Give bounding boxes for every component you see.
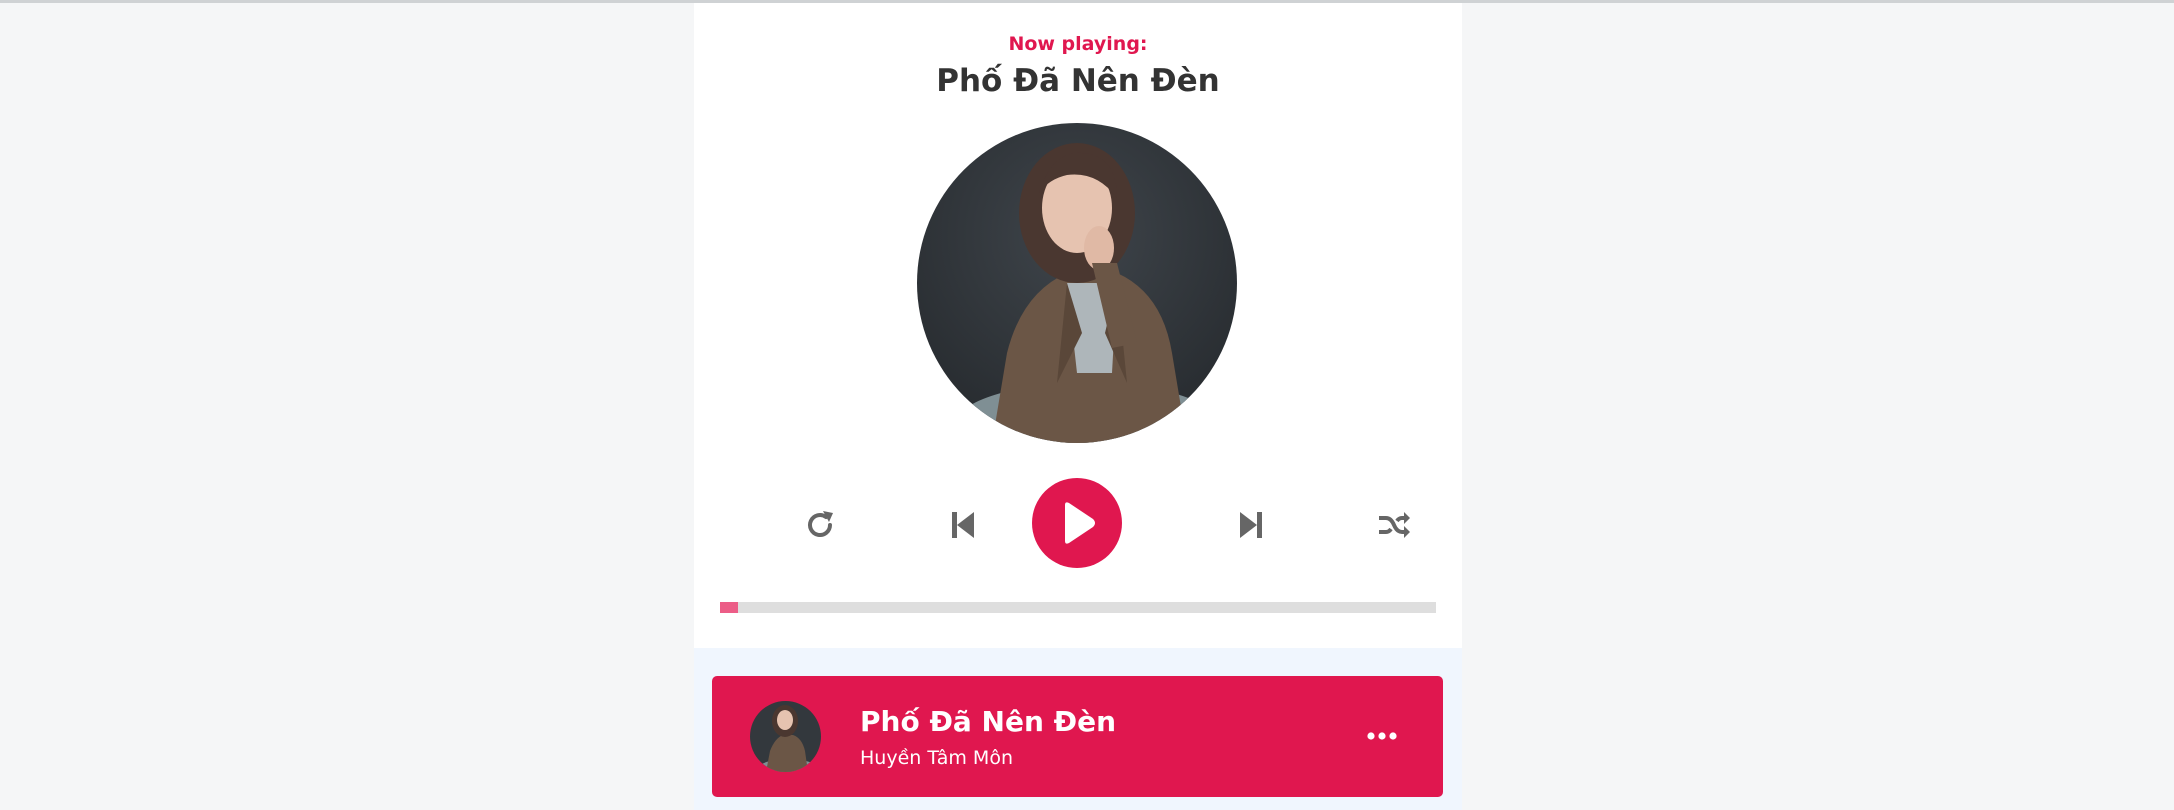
ellipsis-icon (1367, 732, 1397, 740)
repeat-icon (808, 511, 833, 537)
song-options-button[interactable] (1362, 721, 1402, 751)
song-thumbnail (750, 701, 821, 772)
progress-bar[interactable] (720, 602, 1436, 613)
player-controls (694, 478, 1462, 573)
play-toggle-button[interactable] (1032, 478, 1122, 568)
dashboard: Now playing: Phố Đã Nên Đèn (694, 3, 1462, 648)
shuffle-icon (1379, 512, 1410, 538)
playlist-song-item[interactable]: Phố Đã Nên Đèn Huyền Tâm Môn (712, 676, 1443, 797)
repeat-button[interactable] (791, 495, 851, 555)
playlist: Phố Đã Nên Đèn Huyền Tâm Môn (712, 676, 1443, 797)
cd-thumbnail (917, 123, 1237, 443)
step-backward-icon (952, 512, 974, 538)
music-player: Now playing: Phố Đã Nên Đèn Phố Đã Nên Đ… (694, 3, 1462, 810)
playlist-song-title: Phố Đã Nên Đèn (860, 705, 1117, 738)
next-button[interactable] (1221, 495, 1281, 555)
album-art-image (917, 123, 1237, 443)
song-thumbnail-image (750, 701, 821, 772)
prev-button[interactable] (933, 495, 993, 555)
current-song-title: Phố Đã Nên Đèn (936, 63, 1220, 99)
playlist-song-author: Huyền Tâm Môn (860, 747, 1013, 769)
progress-fill (720, 602, 738, 613)
step-forward-icon (1240, 512, 1262, 538)
play-icon (1065, 502, 1095, 544)
now-playing-label: Now playing: (1008, 33, 1148, 55)
random-button[interactable] (1364, 495, 1424, 555)
